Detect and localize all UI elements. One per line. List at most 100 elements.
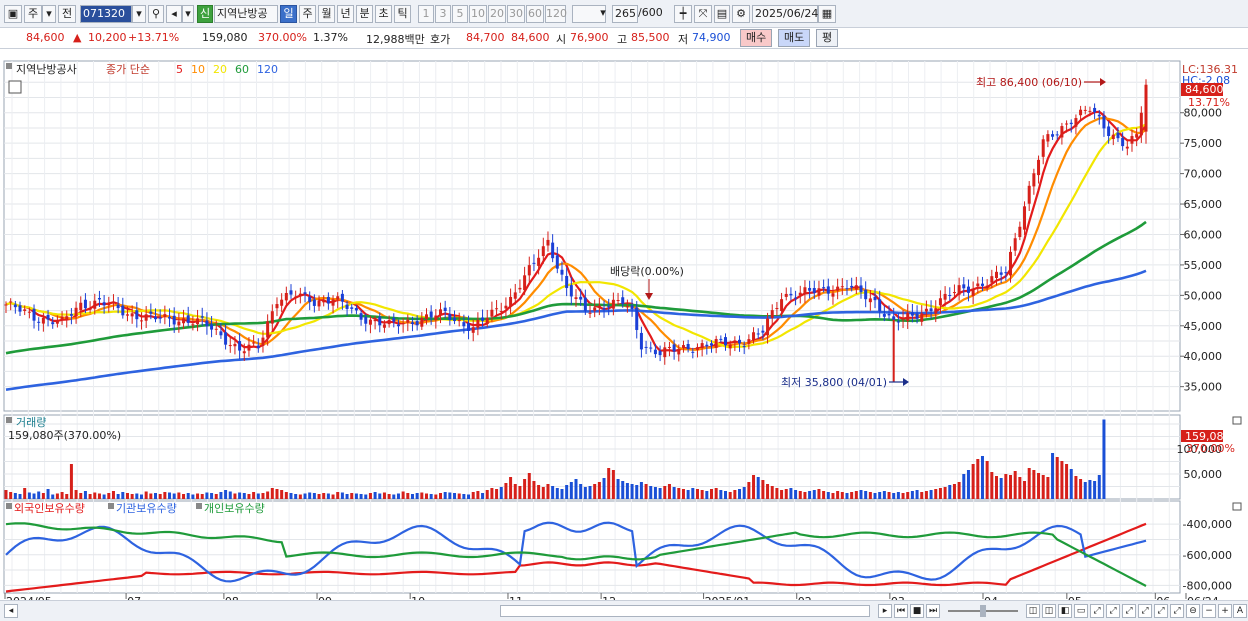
stock-code-input[interactable]: 071320 [80,5,132,23]
calendar-icon[interactable]: ▦ [818,5,836,23]
buy-button[interactable]: 매수 [740,29,773,47]
drawing-icon-5[interactable]: ⤢ [1154,604,1168,618]
volume-bar [196,493,200,499]
volume-panel-close-icon[interactable] [1232,416,1242,425]
market-select[interactable]: 주 [24,5,42,23]
sell-button[interactable]: 매도 [778,29,811,47]
scroll-right-icon[interactable]: ▸ [878,604,892,618]
period-button-5[interactable]: 초 [375,5,392,23]
volume-bar [724,491,728,499]
candle-body [1023,206,1027,230]
count-input[interactable]: 265 [612,5,638,23]
period-button-4[interactable]: 분 [356,5,373,23]
table-view-icon[interactable] [8,80,22,94]
candle-body [467,323,471,331]
chart-scrollbar[interactable]: ◂ ▸ ⏮ ■ ⏭ ◫ ◫ ◧ ▭ ⤢ ⤢ ⤢ ⤢ ⤢ ⤢ ⊖ − + A [0,600,1248,621]
volume-bar [97,493,101,499]
candle-body [962,284,966,289]
period-button-1[interactable]: 주 [299,5,316,23]
last-page-icon[interactable]: ⏭ [926,604,940,618]
date-input[interactable]: 2025/06/24 [752,5,818,23]
zoom-slider-handle[interactable] [980,605,986,617]
volume-bar [396,493,400,499]
candle-body [186,315,190,323]
candle-body [966,286,970,293]
volume-bar [1023,481,1027,499]
minus-icon[interactable]: − [1202,604,1216,618]
period-button-0[interactable]: 일 [280,5,297,23]
volume-bar [990,472,994,499]
layout-icon-4[interactable]: ▭ [1074,604,1088,618]
interval-button-5[interactable]: 30 [507,5,525,23]
indicator-icon[interactable]: ⤧ [694,5,712,23]
drawing-icon-3[interactable]: ⤢ [1122,604,1136,618]
drawing-icon-1[interactable]: ⤢ [1090,604,1104,618]
volume-bar [616,479,620,499]
candle-type-icon[interactable]: ┿ [674,5,692,23]
interval-button-4[interactable]: 20 [488,5,506,23]
stop-icon[interactable]: ■ [910,604,924,618]
volume-bar [401,491,405,499]
volume-bar [1060,461,1064,499]
volume-bar [214,494,218,499]
candle-body [597,305,601,308]
stock-chart[interactable]: 80,00075,00070,00065,00060,00055,00050,0… [0,49,1248,621]
volume-bar [845,493,849,499]
candle-body [803,287,807,295]
gear-icon[interactable]: ⚙ [732,5,750,23]
interval-button-0[interactable]: 1 [418,5,434,23]
period-button-2[interactable]: 월 [318,5,335,23]
candle-body [18,305,22,312]
code-dropdown-icon[interactable]: ▾ [132,5,146,23]
speaker-icon[interactable]: ◂ [166,5,182,23]
volume-bar [448,492,452,499]
volume-bar [168,492,172,499]
scroll-left-icon[interactable]: ◂ [4,604,18,618]
up-arrow-icon: ▲ [73,31,82,44]
volume-y-tick: 50,000 [1184,468,1223,481]
holdings-panel-close-icon[interactable] [1232,502,1242,511]
candle-body [410,322,414,324]
layout-icon-3[interactable]: ◧ [1058,604,1072,618]
period-button-6[interactable]: 틱 [394,5,411,23]
candle-body [331,299,335,306]
window-menu-icon[interactable]: ▣ [4,5,22,23]
price-legend-type: 종가 단순 [106,63,150,76]
drawing-icon-4[interactable]: ⤢ [1138,604,1152,618]
scroll-thumb[interactable] [500,605,870,617]
layout-icon-1[interactable]: ◫ [1026,604,1040,618]
holdings-y-tick: -600,000 [1183,549,1232,562]
avg-button[interactable]: 평 [816,29,839,47]
volume-bar [1079,479,1083,499]
interval-dropdown-icon[interactable]: ▾ [598,5,608,23]
price-y-tick: 60,000 [1184,228,1223,241]
volume-bar [896,492,900,499]
volume-bar [906,492,910,499]
interval-button-1[interactable]: 3 [435,5,451,23]
font-size-icon[interactable]: A [1233,604,1247,618]
holdings-y-tick: -400,000 [1183,518,1232,531]
interval-button-7[interactable]: 120 [545,5,567,23]
zoom-out-icon[interactable]: ⊖ [1186,604,1200,618]
first-page-icon[interactable]: ⏮ [894,604,908,618]
speaker-dropdown-icon[interactable]: ▾ [182,5,194,23]
market-dropdown-icon[interactable]: ▾ [42,5,56,23]
plus-icon[interactable]: + [1218,604,1232,618]
layout-icon-2[interactable]: ◫ [1042,604,1056,618]
save-icon[interactable]: ▤ [714,5,730,23]
candle-body [639,332,643,350]
drawing-icon-6[interactable]: ⤢ [1170,604,1184,618]
drawing-icon-2[interactable]: ⤢ [1106,604,1120,618]
volume-bar [597,482,601,499]
interval-button-2[interactable]: 5 [452,5,468,23]
candle-body [196,318,200,325]
current-price: 84,600 [26,31,65,44]
prev-button[interactable]: 전 [58,5,76,23]
volume-bar [728,492,732,499]
volume-bar [980,456,984,499]
search-icon[interactable]: ⚲ [148,5,164,23]
interval-button-3[interactable]: 10 [469,5,487,23]
interval-button-6[interactable]: 60 [526,5,544,23]
volume-bar [541,487,545,499]
period-button-3[interactable]: 년 [337,5,354,23]
